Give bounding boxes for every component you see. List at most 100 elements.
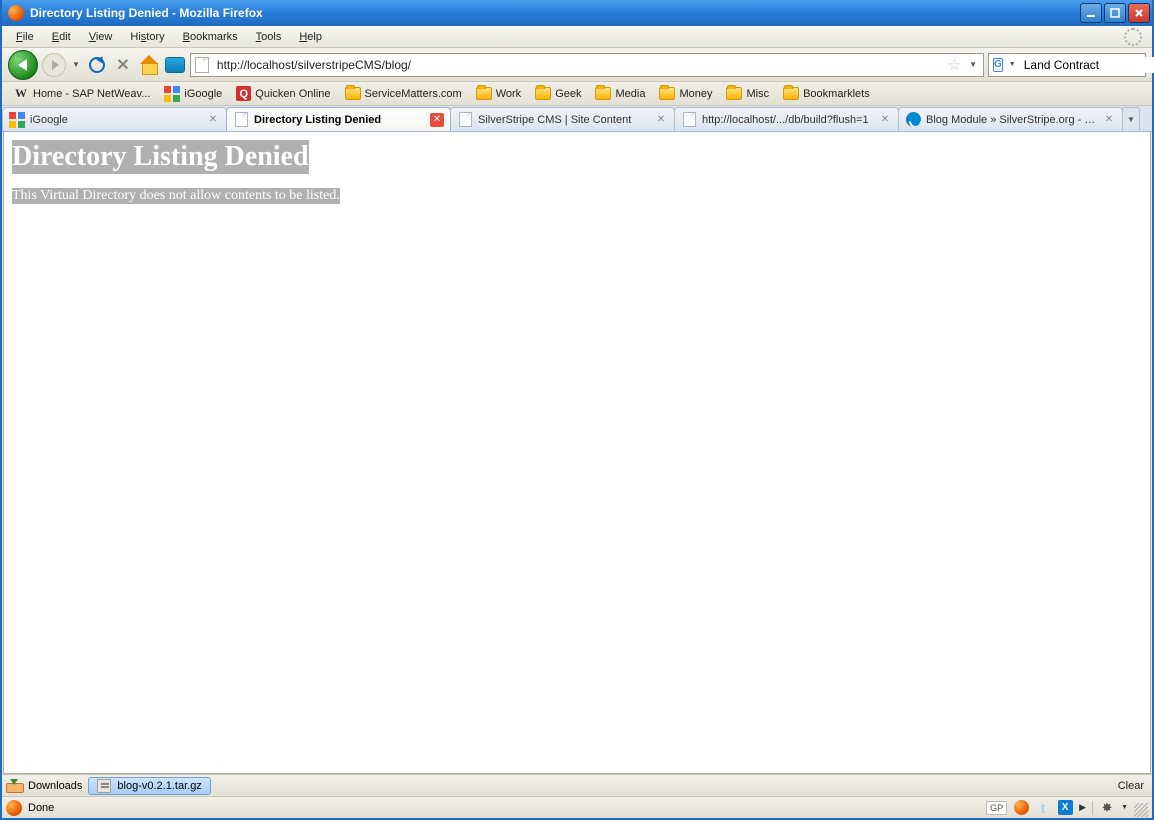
status-arrow-icon[interactable]: ▶	[1079, 802, 1086, 813]
titlebar[interactable]: Directory Listing Denied - Mozilla Firef…	[2, 0, 1152, 26]
window-close-button[interactable]	[1128, 3, 1150, 23]
folder-icon	[726, 87, 742, 100]
search-engine-dropdown[interactable]: ▼	[1007, 61, 1018, 68]
download-bar: Downloads blog-v0.2.1.tar.gz Clear	[2, 774, 1152, 796]
menu-view[interactable]: View	[81, 29, 121, 45]
menu-file[interactable]: File	[8, 29, 42, 45]
menu-history[interactable]: History	[122, 29, 172, 45]
silverstripe-favicon	[906, 112, 921, 127]
home-icon	[140, 57, 158, 73]
sap-favicon: W	[13, 86, 29, 102]
extension-button[interactable]	[164, 54, 186, 76]
bookmark-label: Quicken Online	[255, 88, 330, 100]
bookmark-label: Money	[679, 88, 712, 100]
firefox-status-icon[interactable]	[6, 800, 22, 816]
tab-blog-module[interactable]: Blog Module » SilverStripe.org - O... ✕	[898, 107, 1123, 131]
menu-edit[interactable]: Edit	[44, 29, 79, 45]
maximize-button[interactable]	[1104, 3, 1126, 23]
bookmark-sap[interactable]: W Home - SAP NetWeav...	[8, 84, 155, 104]
tab-label: http://localhost/.../db/build?flush=1	[702, 114, 873, 126]
extension-icon	[165, 57, 185, 73]
bookmark-label: Media	[615, 88, 645, 100]
site-identity-icon[interactable]	[195, 57, 209, 73]
tab-close-icon[interactable]: ✕	[430, 113, 444, 127]
bookmark-label: Bookmarklets	[803, 88, 870, 100]
page-heading: Directory Listing Denied	[12, 140, 309, 174]
download-item[interactable]: blog-v0.2.1.tar.gz	[88, 777, 210, 795]
forward-button[interactable]	[42, 53, 66, 77]
throbber-icon	[1124, 28, 1142, 46]
twitter-icon[interactable]: t	[1035, 800, 1051, 816]
bookmark-label: Geek	[555, 88, 581, 100]
tab-close-icon[interactable]: ✕	[878, 113, 892, 127]
bookmark-label: Work	[496, 88, 521, 100]
tab-close-icon[interactable]: ✕	[654, 113, 668, 127]
resize-grip[interactable]	[1134, 803, 1148, 817]
search-input[interactable]	[1022, 57, 1154, 73]
menu-bookmarks[interactable]: Bookmarks	[175, 29, 246, 45]
folder-icon	[535, 87, 551, 100]
tab-localhost-db[interactable]: http://localhost/.../db/build?flush=1 ✕	[674, 107, 899, 131]
reload-button[interactable]	[86, 54, 108, 76]
status-text: Done	[28, 802, 54, 814]
browser-window: Directory Listing Denied - Mozilla Firef…	[0, 0, 1154, 820]
google-engine-icon[interactable]: G	[993, 58, 1003, 72]
bookmark-bookmarklets[interactable]: Bookmarklets	[778, 85, 875, 102]
page-icon	[683, 112, 696, 127]
bookmark-misc[interactable]: Misc	[721, 85, 774, 102]
firefox-small-icon[interactable]	[1014, 800, 1029, 815]
tab-strip: iGoogle ✕ Directory Listing Denied ✕ Sil…	[2, 106, 1152, 132]
bookmark-label: iGoogle	[184, 88, 222, 100]
reload-icon	[89, 57, 105, 73]
firefox-icon	[8, 5, 24, 21]
downloads-label[interactable]: Downloads	[28, 780, 82, 792]
page-body: This Virtual Directory does not allow co…	[12, 188, 340, 204]
bookmark-media[interactable]: Media	[590, 85, 650, 102]
firebug-icon[interactable]: ✸	[1099, 800, 1115, 816]
downloads-icon[interactable]	[6, 779, 22, 793]
folder-icon	[783, 87, 799, 100]
search-box[interactable]: G ▼	[988, 53, 1146, 77]
bookmark-label: Home - SAP NetWeav...	[33, 88, 150, 100]
status-dropdown-icon[interactable]: ▼	[1121, 804, 1128, 811]
quicken-favicon: Q	[236, 86, 251, 101]
tab-label: SilverStripe CMS | Site Content	[478, 114, 649, 126]
google-favicon	[9, 112, 25, 128]
bookmark-geek[interactable]: Geek	[530, 85, 586, 102]
bookmark-star-icon[interactable]: ☆	[948, 56, 961, 74]
menu-help[interactable]: Help	[291, 29, 330, 45]
tabs-overflow-dropdown[interactable]: ▼	[1122, 107, 1140, 131]
page-content[interactable]: Directory Listing Denied This Virtual Di…	[3, 132, 1151, 774]
gp-badge[interactable]: GP	[986, 801, 1007, 815]
url-dropdown[interactable]: ▼	[967, 60, 979, 69]
clear-downloads-button[interactable]: Clear	[1114, 779, 1148, 793]
tab-igoogle[interactable]: iGoogle ✕	[2, 107, 227, 131]
tab-silverstripe-cms[interactable]: SilverStripe CMS | Site Content ✕	[450, 107, 675, 131]
bookmark-money[interactable]: Money	[654, 85, 717, 102]
status-bar: Done GP t X ▶ ✸ ▼	[2, 796, 1152, 818]
stop-button[interactable]: ✕	[112, 54, 134, 76]
home-button[interactable]	[138, 54, 160, 76]
url-bar[interactable]: ☆ ▼	[190, 53, 984, 77]
tab-close-icon[interactable]: ✕	[1102, 113, 1116, 127]
archive-icon	[97, 779, 111, 793]
window-title: Directory Listing Denied - Mozilla Firef…	[30, 6, 1080, 20]
bookmark-servicematters[interactable]: ServiceMatters.com	[340, 85, 467, 102]
bookmark-quicken[interactable]: Q Quicken Online	[231, 84, 335, 103]
bookmark-igoogle[interactable]: iGoogle	[159, 84, 227, 104]
url-input[interactable]	[215, 57, 942, 73]
history-dropdown[interactable]: ▼	[70, 60, 82, 69]
back-button[interactable]	[8, 50, 38, 80]
bookmark-label: Misc	[746, 88, 769, 100]
stop-icon: ✕	[116, 55, 129, 75]
tab-label: Blog Module » SilverStripe.org - O...	[926, 114, 1097, 126]
tab-directory-listing[interactable]: Directory Listing Denied ✕	[226, 107, 451, 131]
menu-tools[interactable]: Tools	[248, 29, 290, 45]
minimize-button[interactable]	[1080, 3, 1102, 23]
x-badge-icon[interactable]: X	[1058, 800, 1073, 815]
tab-close-icon[interactable]: ✕	[206, 113, 220, 127]
download-filename: blog-v0.2.1.tar.gz	[117, 780, 201, 792]
tab-label: Directory Listing Denied	[254, 114, 425, 126]
bookmark-work[interactable]: Work	[471, 85, 526, 102]
folder-icon	[595, 87, 611, 100]
